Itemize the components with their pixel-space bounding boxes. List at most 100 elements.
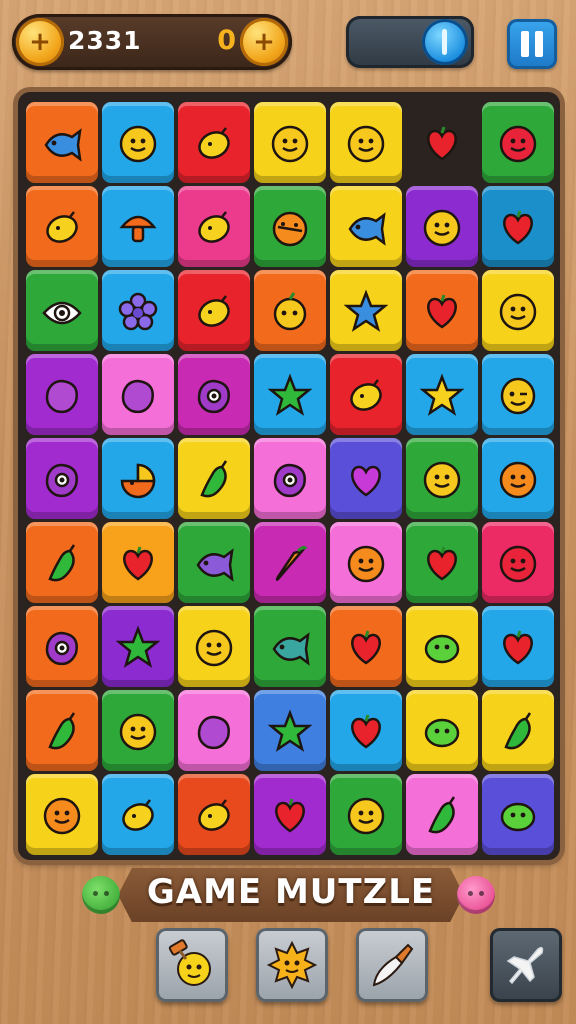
board-tile[interactable] bbox=[482, 102, 554, 183]
board-tile[interactable] bbox=[406, 690, 478, 771]
smile-icon bbox=[116, 709, 160, 753]
board-tile[interactable] bbox=[178, 522, 250, 603]
lemon-icon bbox=[192, 121, 236, 165]
board-tile[interactable] bbox=[406, 186, 478, 267]
pause-bar-icon bbox=[535, 31, 543, 57]
board-tile[interactable] bbox=[330, 102, 402, 183]
board-tile[interactable] bbox=[482, 690, 554, 771]
score-value: 2331 bbox=[68, 26, 142, 55]
board-tile[interactable] bbox=[102, 186, 174, 267]
power-toggle[interactable] bbox=[346, 16, 474, 68]
board-tile[interactable] bbox=[254, 606, 326, 687]
game-title: GAME MUTZLE bbox=[146, 872, 436, 912]
board-tile[interactable] bbox=[178, 438, 250, 519]
carrot-icon bbox=[268, 541, 312, 585]
board-tile[interactable] bbox=[26, 690, 98, 771]
heart-icon bbox=[496, 205, 540, 249]
bomb-tool-button[interactable] bbox=[256, 928, 328, 1002]
power-knob-icon[interactable] bbox=[422, 19, 468, 65]
board-tile[interactable] bbox=[102, 774, 174, 855]
heart-icon bbox=[344, 709, 388, 753]
board-tile[interactable] bbox=[330, 606, 402, 687]
board-tile[interactable] bbox=[330, 354, 402, 435]
board-tile[interactable] bbox=[178, 606, 250, 687]
board-tile[interactable] bbox=[102, 354, 174, 435]
board-tile[interactable] bbox=[178, 774, 250, 855]
lemon-icon bbox=[40, 205, 84, 249]
board-tile[interactable] bbox=[482, 606, 554, 687]
pause-button[interactable] bbox=[507, 19, 557, 69]
apple-icon bbox=[268, 289, 312, 333]
fish-purple-icon bbox=[192, 541, 236, 585]
board-tile[interactable] bbox=[254, 774, 326, 855]
board-tile[interactable] bbox=[102, 102, 174, 183]
plum-icon bbox=[40, 373, 84, 417]
board-tile[interactable] bbox=[254, 522, 326, 603]
board-tile[interactable] bbox=[482, 354, 554, 435]
board-tile[interactable] bbox=[102, 438, 174, 519]
fish-teal-icon bbox=[268, 625, 312, 669]
board-tile[interactable] bbox=[406, 522, 478, 603]
board-tile[interactable] bbox=[26, 186, 98, 267]
board-tile[interactable] bbox=[26, 270, 98, 351]
lemon-icon bbox=[192, 793, 236, 837]
board-tile[interactable] bbox=[102, 606, 174, 687]
board-tile[interactable] bbox=[406, 774, 478, 855]
board-tile[interactable] bbox=[254, 270, 326, 351]
hammer-tool-button[interactable] bbox=[156, 928, 228, 1002]
board-tile[interactable] bbox=[178, 270, 250, 351]
lime-icon bbox=[420, 709, 464, 753]
board-tile[interactable] bbox=[254, 438, 326, 519]
board-tile[interactable] bbox=[330, 438, 402, 519]
board-tile[interactable] bbox=[102, 690, 174, 771]
star-blue-icon bbox=[344, 289, 388, 333]
lemon-icon bbox=[192, 289, 236, 333]
board-tile[interactable] bbox=[330, 270, 402, 351]
plum-eye-icon bbox=[40, 625, 84, 669]
wink-icon bbox=[496, 373, 540, 417]
board-tile[interactable] bbox=[102, 522, 174, 603]
plane-icon bbox=[506, 946, 544, 985]
green-gem-icon bbox=[82, 876, 120, 914]
board-tile[interactable] bbox=[482, 438, 554, 519]
board-tile[interactable] bbox=[178, 690, 250, 771]
pink-gem-icon bbox=[457, 876, 495, 914]
board-tile[interactable] bbox=[254, 186, 326, 267]
board-tile[interactable] bbox=[330, 774, 402, 855]
board-tile[interactable] bbox=[482, 522, 554, 603]
board-tile[interactable] bbox=[330, 186, 402, 267]
board-tile[interactable] bbox=[254, 102, 326, 183]
smile-icon bbox=[420, 205, 464, 249]
board-tile[interactable] bbox=[26, 438, 98, 519]
board-tile[interactable] bbox=[254, 354, 326, 435]
smile-red-icon bbox=[496, 121, 540, 165]
board-tile[interactable] bbox=[406, 438, 478, 519]
board-tile[interactable] bbox=[482, 270, 554, 351]
board-tile[interactable] bbox=[178, 186, 250, 267]
board-tile[interactable] bbox=[482, 774, 554, 855]
plum-eye-icon bbox=[40, 457, 84, 501]
board-tile[interactable] bbox=[406, 606, 478, 687]
smile-orange-icon bbox=[496, 457, 540, 501]
lime-icon bbox=[420, 625, 464, 669]
board-tile[interactable] bbox=[254, 690, 326, 771]
board-tile[interactable] bbox=[102, 270, 174, 351]
board-tile[interactable] bbox=[406, 102, 478, 183]
board-tile[interactable] bbox=[330, 690, 402, 771]
board-tile[interactable] bbox=[178, 354, 250, 435]
board-tile[interactable] bbox=[26, 774, 98, 855]
board-tile[interactable] bbox=[178, 102, 250, 183]
board-tile[interactable] bbox=[26, 102, 98, 183]
board-tile[interactable] bbox=[26, 522, 98, 603]
plane-tool-button[interactable] bbox=[490, 928, 562, 1002]
smile-icon bbox=[496, 289, 540, 333]
board-tile[interactable] bbox=[482, 186, 554, 267]
board-tile[interactable] bbox=[26, 354, 98, 435]
board-tile[interactable] bbox=[406, 270, 478, 351]
board-tile[interactable] bbox=[406, 354, 478, 435]
brush-tool-button[interactable] bbox=[356, 928, 428, 1002]
board-tile[interactable] bbox=[26, 606, 98, 687]
plum-icon bbox=[116, 373, 160, 417]
board-tile[interactable] bbox=[330, 522, 402, 603]
pepper-icon bbox=[496, 709, 540, 753]
